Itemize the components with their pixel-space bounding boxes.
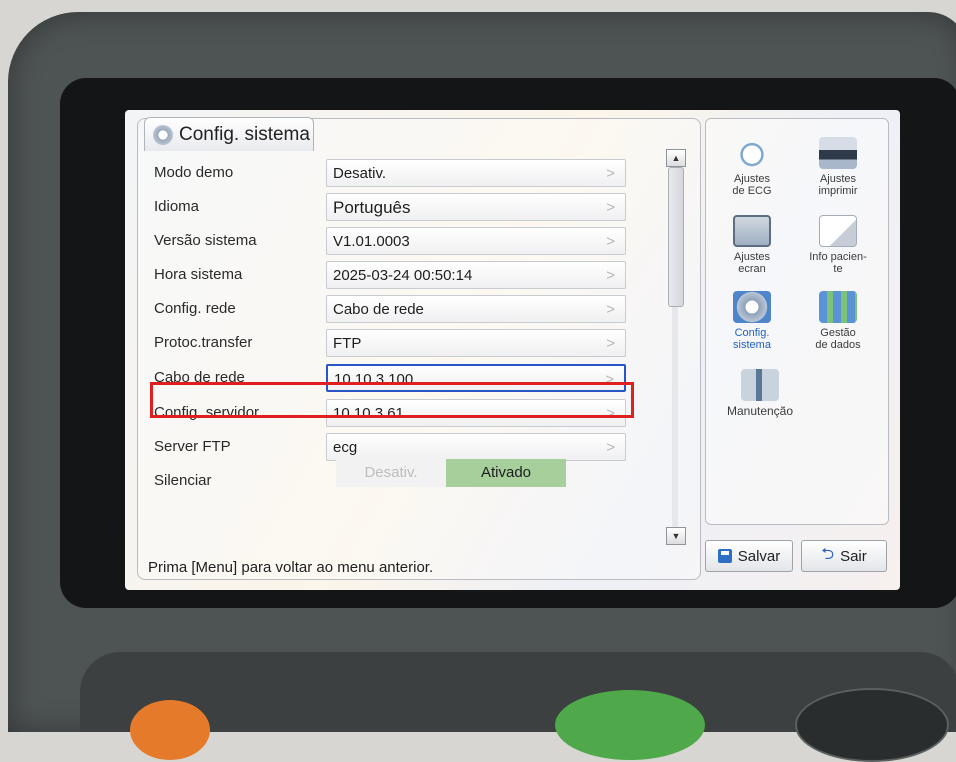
- menu-label: Gestão: [820, 327, 856, 339]
- mute-on-option[interactable]: Ativado: [446, 459, 566, 487]
- ftp-server-field[interactable]: ecg >: [326, 433, 626, 461]
- row-label: Protoc.transfer: [154, 334, 253, 351]
- row-label: Silenciar: [154, 472, 212, 489]
- menu-screen-settings[interactable]: Ajustes ecran: [712, 215, 792, 275]
- network-cable-ip-field[interactable]: 10.10.3.100 >: [326, 364, 626, 392]
- menu-label: imprimir: [818, 185, 858, 197]
- settings-row-server-config: Config. servidor 10.10.3.61 >: [148, 399, 633, 429]
- settings-row-network-cable: Cabo de rede 10.10.3.100 >: [148, 364, 633, 394]
- menu-label: Info pacien-: [809, 251, 867, 263]
- settings-row-demo-mode: Modo demo Desativ. >: [148, 159, 633, 189]
- menu-system-config[interactable]: Config. sistema: [712, 291, 792, 351]
- menu-label: sistema: [733, 339, 771, 351]
- chevron-right-icon: >: [606, 267, 615, 284]
- row-value: Desativ.: [333, 165, 387, 182]
- scroll-up-icon[interactable]: ▲: [666, 149, 686, 167]
- settings-row-system-version: Versão sistema V1.01.0003 >: [148, 227, 633, 257]
- chevron-right-icon: >: [606, 439, 615, 456]
- mute-off-option[interactable]: Desativ.: [336, 459, 446, 487]
- system-config-panel: Config. sistema Modo demo Desativ. > Idi…: [137, 117, 701, 580]
- scroll-down-icon[interactable]: ▼: [666, 527, 686, 545]
- demo-mode-field[interactable]: Desativ. >: [326, 159, 626, 187]
- menu-label: Config.: [734, 327, 770, 339]
- save-label: Salvar: [737, 547, 781, 565]
- exit-button[interactable]: ⮌ Sair: [801, 540, 887, 572]
- server-config-field[interactable]: 10.10.3.61 >: [326, 399, 626, 427]
- page-title: Config. sistema: [179, 123, 310, 145]
- menu-label: de ECG: [732, 185, 772, 197]
- chevron-right-icon: >: [606, 405, 615, 422]
- menu-label: Ajustes: [819, 173, 857, 185]
- row-value: 10.10.3.61: [333, 405, 404, 422]
- heart-ecg-icon: [733, 137, 771, 169]
- chevron-right-icon: >: [605, 371, 614, 388]
- language-field[interactable]: Português >: [326, 193, 626, 221]
- row-label: Cabo de rede: [154, 369, 245, 386]
- scroll-thumb[interactable]: [668, 167, 684, 307]
- menu-ecg-settings[interactable]: Ajustes de ECG: [712, 137, 792, 197]
- row-value: 10.10.3.100: [334, 371, 414, 388]
- exit-label: Sair: [840, 547, 867, 565]
- row-value: V1.01.0003: [333, 233, 410, 250]
- data-icon: [819, 291, 857, 323]
- menu-data-management[interactable]: Gestão de dados: [798, 291, 878, 351]
- chevron-right-icon: >: [606, 301, 615, 318]
- document-icon: [819, 215, 857, 247]
- panel-title-tab: Config. sistema: [144, 117, 314, 151]
- row-value: FTP: [333, 335, 362, 352]
- chevron-right-icon: >: [606, 199, 615, 216]
- system-time-field[interactable]: 2025-03-24 00:50:14 >: [326, 261, 626, 289]
- row-value: Cabo de rede: [333, 301, 424, 318]
- floppy-disk-icon: [717, 549, 732, 563]
- settings-row-network-config: Config. rede Cabo de rede >: [148, 295, 633, 325]
- menu-print-settings[interactable]: Ajustes imprimir: [798, 137, 878, 197]
- menu-maintenance[interactable]: Manutenção: [712, 369, 808, 417]
- lcd-screen: Config. sistema Modo demo Desativ. > Idi…: [125, 110, 900, 590]
- row-value: 2025-03-24 00:50:14: [333, 267, 473, 284]
- menu-patient-info[interactable]: Info pacien- te: [798, 215, 878, 275]
- row-label: Versão sistema: [154, 232, 257, 249]
- row-label: Server FTP: [154, 438, 231, 455]
- row-value: Português: [333, 198, 411, 217]
- chevron-right-icon: >: [606, 165, 615, 182]
- status-message: Prima [Menu] para voltar ao menu anterio…: [148, 559, 434, 576]
- settings-row-system-time: Hora sistema 2025-03-24 00:50:14 >: [148, 261, 633, 291]
- menu-label: Manutenção: [726, 404, 794, 418]
- menu-label: ecran: [738, 263, 766, 275]
- gear-icon: [733, 291, 771, 323]
- system-version-field[interactable]: V1.01.0003 >: [326, 227, 626, 255]
- orange-hardware-button[interactable]: [130, 700, 210, 760]
- printer-icon: [819, 137, 857, 169]
- row-label: Modo demo: [154, 164, 234, 181]
- row-label: Config. servidor: [154, 404, 260, 421]
- row-value: ecg: [333, 439, 358, 456]
- return-arrow-icon: ⮌: [821, 545, 835, 563]
- scrollbar[interactable]: ▲ ▼: [660, 149, 690, 549]
- mute-toggle[interactable]: Desativ. Ativado: [336, 459, 566, 487]
- menu-label: te: [833, 263, 843, 275]
- settings-row-mute: Silenciar Desativ. Ativado: [148, 459, 633, 497]
- menu-label: Ajustes: [733, 173, 771, 185]
- tools-icon: [741, 369, 779, 401]
- transfer-protocol-field[interactable]: FTP >: [326, 329, 626, 357]
- settings-row-transfer-protocol: Protoc.transfer FTP >: [148, 329, 633, 359]
- settings-row-language: Idioma Português >: [148, 193, 633, 223]
- green-hardware-button[interactable]: [555, 690, 705, 760]
- dark-hardware-button[interactable]: [795, 688, 949, 762]
- menu-label: de dados: [815, 339, 861, 351]
- network-config-field[interactable]: Cabo de rede >: [326, 295, 626, 323]
- side-menu: Ajustes de ECG Ajustes imprimir Ajustes …: [705, 118, 889, 525]
- gear-icon: [153, 124, 173, 145]
- row-label: Config. rede: [154, 300, 236, 317]
- row-label: Idioma: [154, 198, 200, 215]
- monitor-icon: [733, 215, 771, 247]
- menu-label: Ajustes: [733, 251, 771, 263]
- row-label: Hora sistema: [154, 266, 243, 283]
- save-button[interactable]: Salvar: [705, 540, 793, 572]
- chevron-right-icon: >: [606, 233, 615, 250]
- chevron-right-icon: >: [606, 335, 615, 352]
